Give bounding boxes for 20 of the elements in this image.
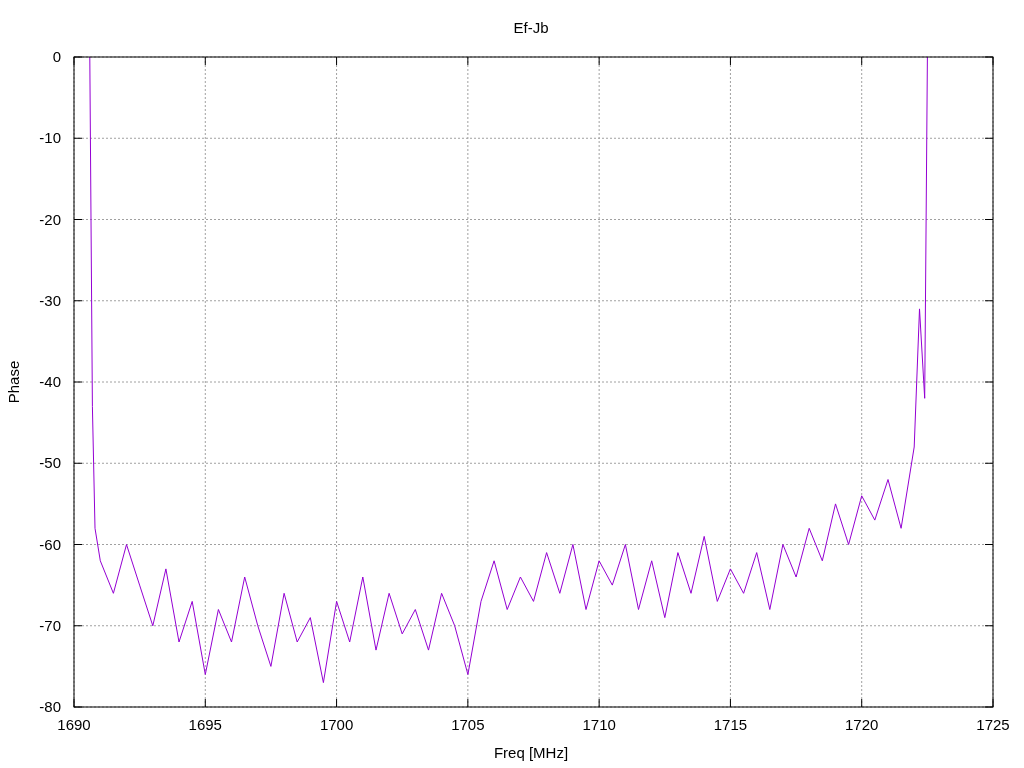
y-tick-label: -80	[39, 698, 61, 715]
y-tick-label: -10	[39, 129, 61, 147]
x-tick-label: 1690	[57, 716, 91, 733]
y-axis-label: Phase	[5, 360, 22, 404]
y-tick-label: 0	[52, 48, 61, 65]
y-tick-label: -20	[39, 210, 61, 228]
x-tick-label: 1695	[188, 716, 222, 733]
x-axis-label: Freq [MHz]	[493, 744, 569, 761]
x-tick-label: 1715	[713, 716, 748, 733]
y-tick-label: -60	[39, 535, 61, 553]
x-tick-label: 1710	[582, 716, 616, 733]
y-tick-label: -50	[39, 454, 61, 472]
y-tick-label: -70	[39, 616, 61, 634]
x-tick-label: 1705	[451, 716, 485, 733]
y-tick-label: -30	[39, 291, 61, 309]
x-tick-label: 1720	[845, 716, 879, 733]
chart-title: Ef-Jb	[513, 19, 549, 36]
x-tick-label: 1725	[976, 716, 1010, 733]
x-tick-label: 1700	[319, 716, 354, 733]
y-tick-label: -40	[39, 373, 61, 390]
